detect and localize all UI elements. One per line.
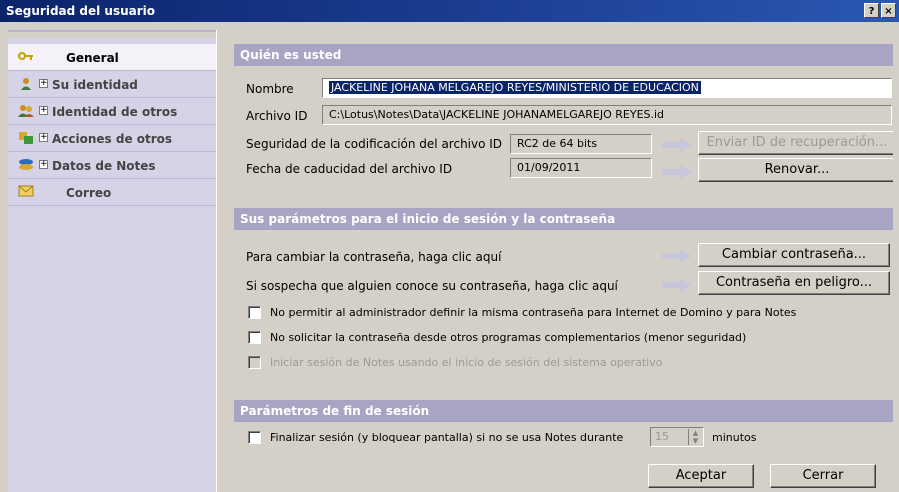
sidebar-item-general[interactable]: General (8, 44, 216, 71)
key-icon (18, 50, 34, 64)
name-label: Nombre (246, 82, 294, 96)
sidebar-item-label: Acciones de otros (52, 132, 173, 146)
sidebar-item-label: General (66, 51, 119, 65)
close-window-button[interactable]: × (881, 3, 896, 18)
logout-checkbox[interactable] (248, 431, 261, 444)
spin-arrows-icon[interactable]: ▲ ▼ (688, 429, 702, 445)
change-password-label: Para cambiar la contraseña, haga clic aq… (246, 250, 502, 264)
sidebar-top-border (8, 30, 216, 32)
option-label[interactable]: No permitir al administrador definir la … (270, 306, 796, 319)
name-field[interactable]: JACKELINE JOHANA MELGAREJO REYES/MINISTE… (322, 78, 892, 98)
main-panel: Quién es usted Nombre JACKELINE JOHANA M… (224, 38, 899, 492)
expand-icon[interactable]: + (39, 133, 48, 142)
close-button[interactable]: Cerrar (770, 464, 876, 488)
title-bar: Seguridad del usuario ? × (0, 0, 899, 22)
compromised-label: Si sospecha que alguien conoce su contra… (246, 279, 618, 293)
option-label[interactable]: No solicitar la contraseña desde otros p… (270, 331, 746, 344)
sidebar-item-datos-de-notes[interactable]: + Datos de Notes (8, 152, 216, 179)
change-password-button[interactable]: Cambiar contraseña... (698, 243, 890, 267)
option-checkbox-disabled (248, 356, 261, 369)
expiry-label: Fecha de caducidad del archivo ID (246, 162, 453, 176)
arrow-icon (662, 278, 692, 292)
arrow-icon (662, 138, 692, 152)
keys-icon (18, 131, 34, 145)
expand-icon[interactable]: + (39, 79, 48, 88)
expand-icon[interactable]: + (39, 160, 48, 169)
sidebar-item-label: Correo (66, 186, 112, 200)
minutes-stepper[interactable]: 15 ▲ ▼ (650, 427, 704, 447)
window-title: Seguridad del usuario (6, 4, 156, 18)
file-field[interactable]: C:\Lotus\Notes\Data\JACKELINE JOHANAMELG… (322, 105, 892, 125)
expiry-field: 01/09/2011 (510, 158, 652, 178)
option-checkbox[interactable] (248, 306, 261, 319)
renew-button[interactable]: Renovar... (698, 158, 896, 182)
sidebar-item-acciones-de-otros[interactable]: + Acciones de otros (8, 125, 216, 152)
send-recovery-button[interactable]: Enviar ID de recuperación... (698, 131, 896, 155)
section-header-who: Quién es usted (234, 44, 899, 66)
minutes-value: 15 (655, 430, 669, 443)
people-icon (18, 104, 34, 118)
logout-label[interactable]: Finalizar sesión (y bloquear pantalla) s… (270, 431, 623, 444)
section-header-login: Sus parámetros para el inicio de sesión … (234, 208, 899, 230)
sidebar-item-su-identidad[interactable]: + Su identidad (8, 71, 216, 98)
sidebar-item-correo[interactable]: Correo (8, 179, 216, 206)
sidebar: General + Su identidad + Identidad de ot… (8, 38, 216, 492)
expand-icon[interactable]: + (39, 106, 48, 115)
arrow-icon (662, 249, 692, 263)
user-security-dialog: Seguridad del usuario ? × General + Su i… (0, 0, 899, 492)
help-button[interactable]: ? (864, 3, 879, 18)
name-value: JACKELINE JOHANA MELGAREJO REYES/MINISTE… (329, 81, 701, 94)
window-edge (893, 22, 899, 492)
minutes-label: minutos (712, 431, 757, 444)
sidebar-item-label: Identidad de otros (52, 105, 178, 119)
arrow-icon (662, 165, 692, 179)
section-header-logout: Parámetros de fin de sesión (234, 400, 899, 422)
compromised-password-button[interactable]: Contraseña en peligro... (698, 271, 890, 295)
divider (216, 30, 217, 492)
sidebar-item-label: Su identidad (52, 78, 138, 92)
file-label: Archivo ID (246, 109, 308, 123)
data-icon (18, 158, 34, 172)
security-label: Seguridad de la codificación del archivo… (246, 137, 503, 151)
option-checkbox[interactable] (248, 331, 261, 344)
mail-icon (18, 185, 34, 199)
option-label-disabled: Iniciar sesión de Notes usando el inicio… (270, 356, 663, 369)
person-icon (18, 77, 34, 91)
sidebar-item-label: Datos de Notes (52, 159, 156, 173)
accept-button[interactable]: Aceptar (648, 464, 754, 488)
sidebar-item-identidad-de-otros[interactable]: + Identidad de otros (8, 98, 216, 125)
security-field: RC2 de 64 bits (510, 134, 652, 154)
